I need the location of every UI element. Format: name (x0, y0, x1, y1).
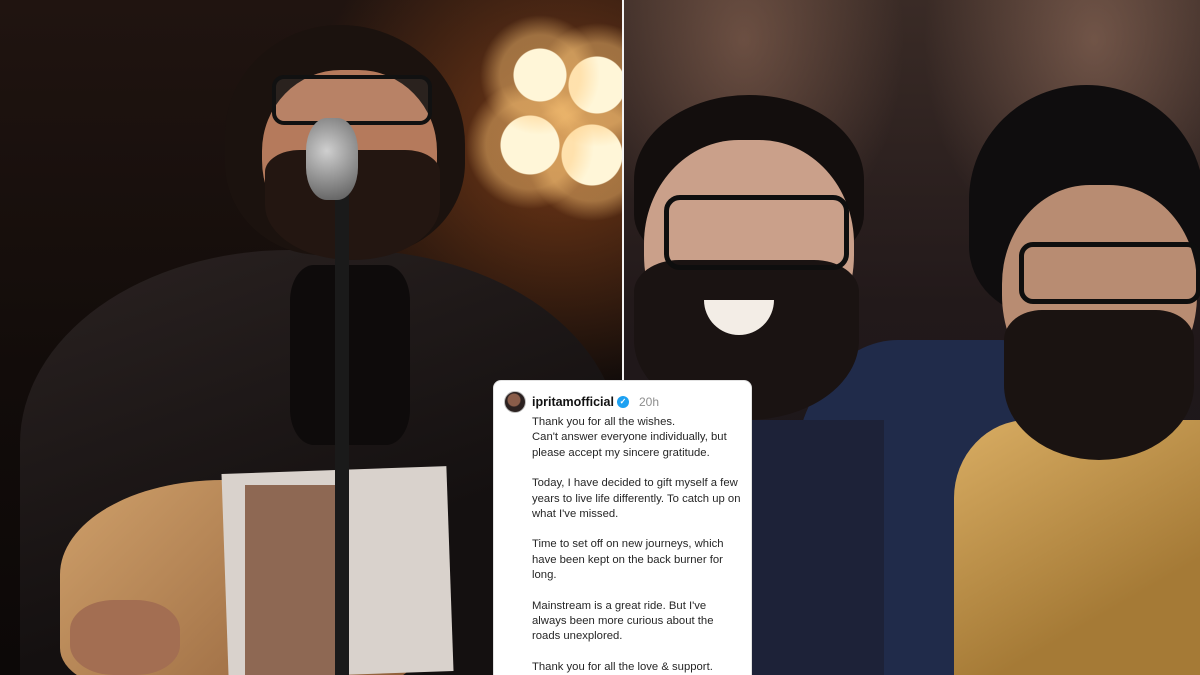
microphone-icon (306, 118, 358, 200)
instagram-caption-card: ipritamofficial ✓ 20h Thank you for all … (493, 380, 752, 675)
right-person-glasses (1019, 242, 1200, 304)
right-person-beard (1004, 310, 1194, 460)
post-time: 20h (638, 395, 659, 409)
caption-closing: Thank you for all the love & support. Al… (532, 660, 741, 675)
caption-paragraph: Mainstream is a great ride. But I've alw… (532, 599, 714, 643)
caption-body: Thank you for all the wishes. Can't answ… (504, 415, 741, 675)
caption-closing-text: Thank you for all the love & support. Al… (532, 660, 713, 673)
gold-shirt (954, 420, 1200, 675)
caption-paragraph: Time to set off on new journeys, which h… (532, 538, 724, 582)
avatar[interactable] (504, 391, 526, 413)
mic-stand (335, 170, 349, 675)
glasses (272, 75, 432, 125)
music-sheet-shadow (245, 485, 335, 675)
verified-badge-icon: ✓ (616, 396, 629, 408)
username[interactable]: ipritamofficial (532, 395, 614, 409)
shirt (290, 265, 410, 445)
caption-paragraph: Thank you for all the wishes. Can't answ… (532, 416, 727, 459)
caption-header: ipritamofficial ✓ 20h (504, 391, 741, 413)
caption-paragraph: Today, I have decided to gift myself a f… (532, 477, 741, 521)
hand (70, 600, 180, 675)
left-person-glasses (664, 195, 849, 270)
